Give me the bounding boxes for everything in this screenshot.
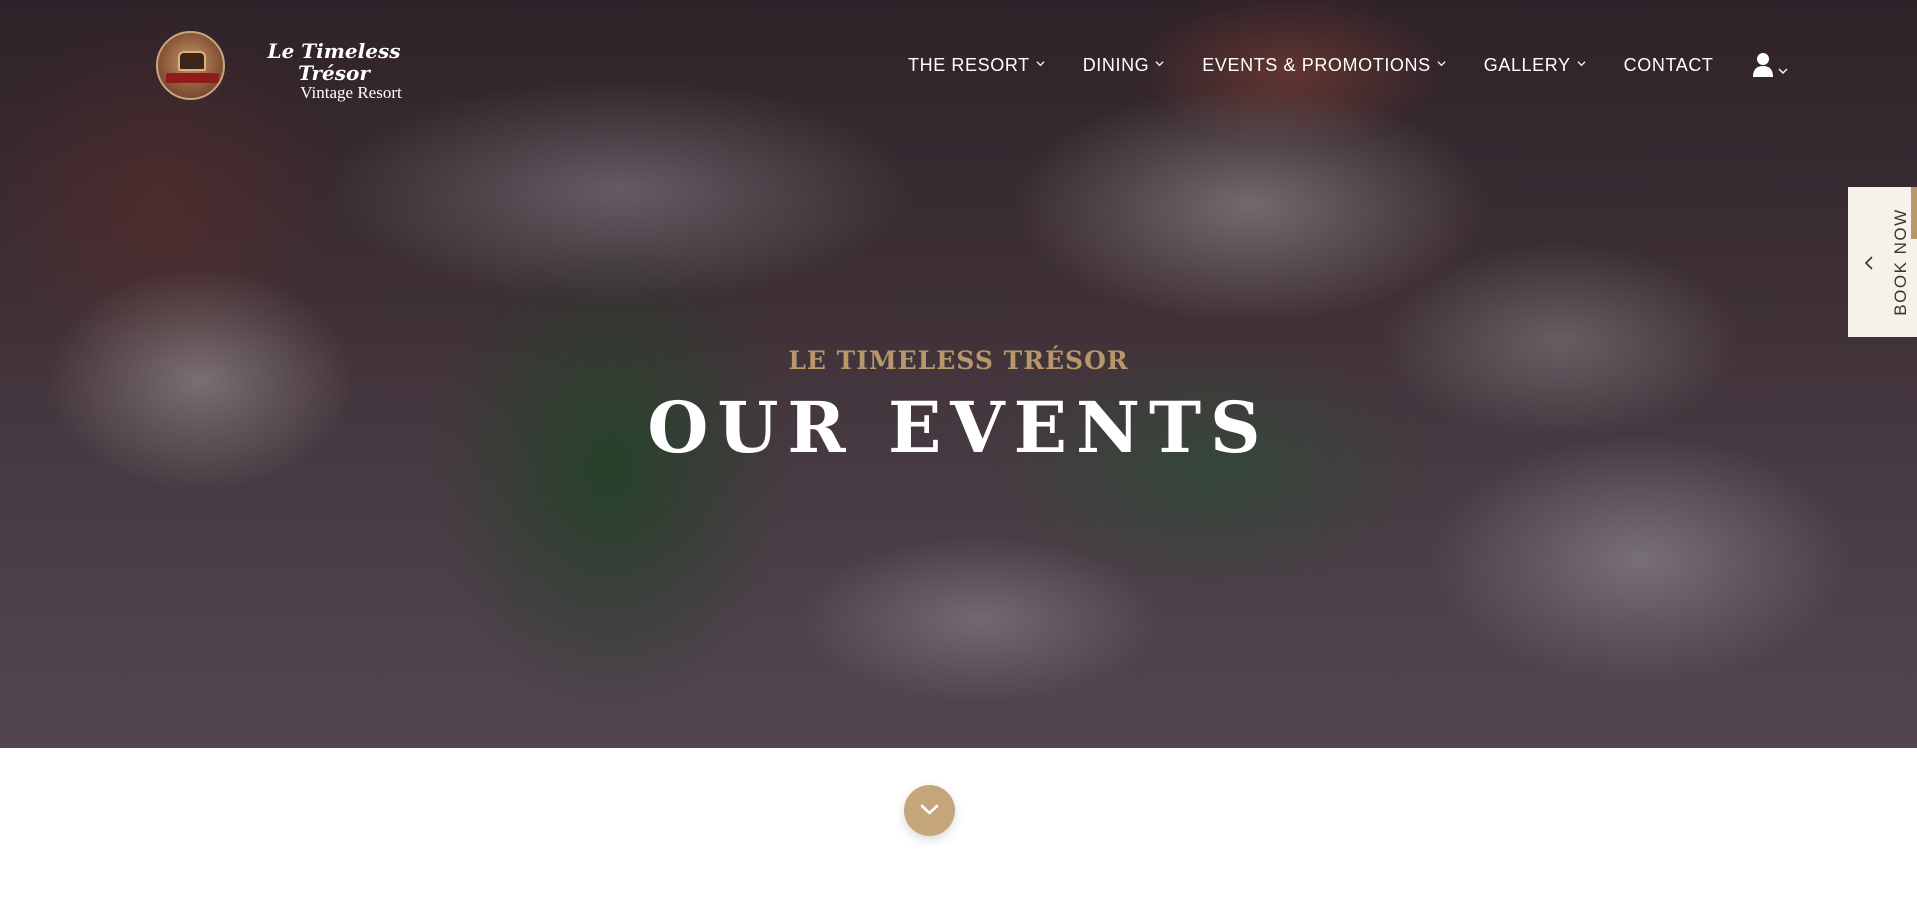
hero-eyebrow: LE TIMELESS TRÉSOR [788, 346, 1129, 375]
nav-label: CONTACT [1623, 54, 1714, 75]
nav-label: GALLERY [1483, 54, 1571, 75]
logo[interactable] [156, 31, 225, 100]
page-title: OUR EVENTS [647, 386, 1270, 469]
chevron-down-icon [1577, 61, 1586, 67]
chevron-down-icon [1155, 61, 1164, 67]
chevron-left-icon [1864, 256, 1873, 270]
logo-ribbon [166, 73, 219, 83]
nav-label: EVENTS & PROMOTIONS [1202, 54, 1431, 75]
brand-name: Le Timeless Trésor [267, 39, 401, 85]
user-menu-button[interactable] [1752, 52, 1788, 78]
brand-subtitle: Vintage Resort [300, 83, 402, 102]
main-nav: THE RESORT DINING EVENTS & PROMOTIONS GA… [908, 52, 1788, 78]
book-now-tab[interactable]: BOOK NOW [1848, 187, 1917, 337]
chevron-down-icon [920, 804, 939, 815]
chevron-down-icon [1437, 61, 1446, 67]
brand-link[interactable]: Le Timeless Trésor Vintage Resort [244, 40, 424, 102]
treasure-chest-icon [178, 51, 206, 71]
nav-item-contact[interactable]: CONTACT [1624, 55, 1714, 76]
nav-item-events-promotions[interactable]: EVENTS & PROMOTIONS [1202, 54, 1446, 76]
nav-item-dining[interactable]: DINING [1083, 55, 1165, 76]
book-tab-accent [1911, 187, 1917, 239]
hero-banner: LE TIMELESS TRÉSOR OUR EVENTS [0, 0, 1917, 748]
scroll-down-button[interactable] [904, 785, 955, 836]
chevron-down-icon [1778, 68, 1788, 74]
nav-item-gallery[interactable]: GALLERY [1484, 55, 1586, 76]
nav-label: DINING [1082, 54, 1150, 75]
book-now-label: BOOK NOW [1891, 208, 1910, 316]
nav-item-the-resort[interactable]: THE RESORT [908, 55, 1045, 76]
nav-label: THE RESORT [908, 54, 1030, 75]
user-icon [1752, 53, 1773, 77]
chevron-down-icon [1036, 61, 1045, 67]
